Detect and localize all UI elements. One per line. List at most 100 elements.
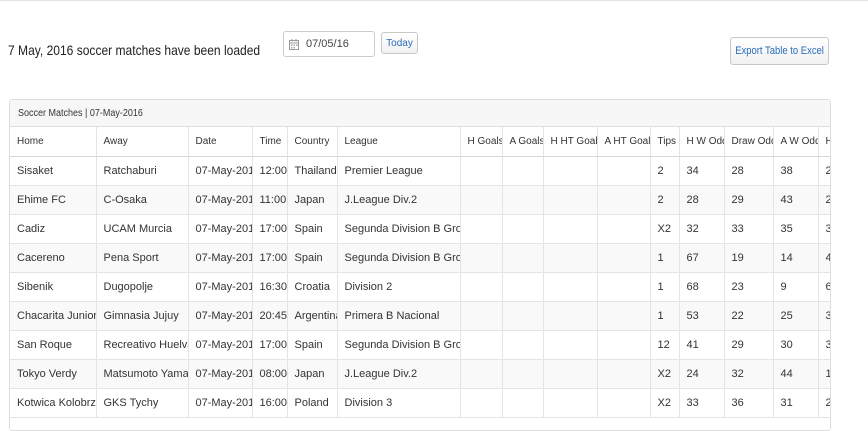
panel-title: Soccer Matches | 07-May-2016 <box>18 107 143 119</box>
table-cell: Spain <box>287 214 338 244</box>
table-cell: Primera B Nacional <box>337 301 461 331</box>
table-cell: 35 <box>773 214 819 244</box>
table-row[interactable]: Chacarita Juniors Gimnasia Jujuy 07-May-20… <box>10 301 830 331</box>
table-cell: Premier League <box>337 156 461 186</box>
table-cell: Poland <box>287 388 338 418</box>
table-cell: 20:45 <box>252 301 288 331</box>
table-row[interactable]: San RoqueRecreativo Huelva07-May-201617:… <box>10 330 830 360</box>
table-cell: Japan <box>287 359 338 389</box>
column-header[interactable]: Draw Odd <box>724 127 774 157</box>
table-cell <box>597 388 651 418</box>
table-row[interactable]: CacerenoPena Sport07-May-201617:00SpainS… <box>10 243 830 273</box>
table-cell <box>502 185 544 215</box>
column-header[interactable]: H <box>818 127 830 157</box>
table-cell: GKS Tychy <box>96 388 189 418</box>
column-header[interactable]: Home <box>10 127 97 157</box>
table-cell: 31 <box>818 214 830 244</box>
column-header[interactable]: A Goals <box>502 127 544 157</box>
table-cell <box>543 359 598 389</box>
table-cell: Japan <box>287 185 338 215</box>
table-cell <box>502 359 544 389</box>
export-excel-button[interactable]: Export Table to Excel <box>730 37 829 65</box>
table-cell: 67 <box>679 243 725 273</box>
table-cell: 61 <box>818 272 830 302</box>
table-row[interactable]: Tokyo VerdyMatsumoto Yamaga07-May-201608… <box>10 359 830 389</box>
table-cell: 07-May-2016 <box>188 272 253 302</box>
table-body: SisaketRatchaburi07-May-201612:00Thailan… <box>10 156 830 418</box>
table-cell: 1 <box>650 243 680 273</box>
table-cell <box>597 185 651 215</box>
table-cell: 12:00 <box>252 156 288 186</box>
table-cell: 33 <box>679 388 725 418</box>
table-cell: 11:00 <box>252 185 288 215</box>
column-header[interactable]: H HT Goals <box>543 127 598 157</box>
table-cell <box>597 301 651 331</box>
table-cell: Dugopolje <box>96 272 189 302</box>
table-cell: 19 <box>818 359 830 389</box>
table-cell <box>460 388 503 418</box>
table-cell: Chacarita Juniors <box>10 301 97 331</box>
table-cell <box>543 243 598 273</box>
table-cell: Segunda Division B Group 1 <box>337 243 461 273</box>
column-header[interactable]: League <box>337 127 461 157</box>
table-row[interactable]: SibenikDugopolje07-May-201616:30CroatiaD… <box>10 272 830 302</box>
table-cell <box>460 185 503 215</box>
table-cell: Croatia <box>287 272 338 302</box>
column-header[interactable]: Date <box>188 127 253 157</box>
table-cell: 08:00 <box>252 359 288 389</box>
table-cell <box>502 156 544 186</box>
table-cell <box>502 272 544 302</box>
table-row[interactable]: SisaketRatchaburi07-May-201612:00Thailan… <box>10 156 830 186</box>
column-header[interactable]: H W Odd <box>679 127 725 157</box>
table-cell: 17:00 <box>252 330 288 360</box>
table-row[interactable]: Kotwica KolobrzegGKS Tychy07-May-201616:… <box>10 388 830 418</box>
table-cell: 2 <box>650 185 680 215</box>
calendar-icon <box>289 38 299 50</box>
table-cell: X2 <box>650 359 680 389</box>
export-excel-label: Export Table to Excel <box>735 45 824 57</box>
table-cell: Spain <box>287 330 338 360</box>
table-cell <box>460 243 503 273</box>
table-row[interactable]: Ehime FCC-Osaka07-May-201611:00JapanJ.Le… <box>10 185 830 215</box>
column-header[interactable]: Tips <box>650 127 680 157</box>
table-cell: 07-May-2016 <box>188 359 253 389</box>
date-input[interactable]: 07/05/16 <box>283 31 375 57</box>
table-cell: 41 <box>679 330 725 360</box>
table-cell: 17:00 <box>252 214 288 244</box>
table-cell: Pena Sport <box>96 243 189 273</box>
table-cell <box>543 185 598 215</box>
column-header[interactable]: Country <box>287 127 338 157</box>
table-row[interactable]: CadizUCAM Murcia07-May-201617:00SpainSeg… <box>10 214 830 244</box>
table-cell: 28 <box>679 185 725 215</box>
table-cell <box>502 243 544 273</box>
table-cell: 1 <box>650 301 680 331</box>
table-cell <box>502 388 544 418</box>
table-cell: 24 <box>679 359 725 389</box>
table-cell: 29 <box>724 185 774 215</box>
table-cell: Division 2 <box>337 272 461 302</box>
table-cell <box>543 301 598 331</box>
table-cell: Gimnasia Jujuy <box>96 301 189 331</box>
column-header[interactable]: Time <box>252 127 288 157</box>
table-cell: 29 <box>818 388 830 418</box>
column-header[interactable]: A HT Goals <box>597 127 651 157</box>
table-cell: 34 <box>679 156 725 186</box>
column-header[interactable]: Away <box>96 127 189 157</box>
column-header[interactable]: H Goals <box>460 127 503 157</box>
table-cell: 37 <box>818 330 830 360</box>
table-cell: 32 <box>724 359 774 389</box>
column-header[interactable]: A W Odd <box>773 127 819 157</box>
table-cell: Matsumoto Yamaga <box>96 359 189 389</box>
table-cell: 07-May-2016 <box>188 243 253 273</box>
table-cell <box>502 330 544 360</box>
today-button[interactable]: Today <box>381 32 418 54</box>
table-cell: Cacereno <box>10 243 97 273</box>
table-cell <box>460 156 503 186</box>
table-cell: 28 <box>724 156 774 186</box>
table-cell: Argentina <box>287 301 338 331</box>
table-cell: Division 3 <box>337 388 461 418</box>
table-cell <box>597 359 651 389</box>
table-cell: 53 <box>679 301 725 331</box>
table-cell: 24 <box>818 185 830 215</box>
table-cell: C-Osaka <box>96 185 189 215</box>
